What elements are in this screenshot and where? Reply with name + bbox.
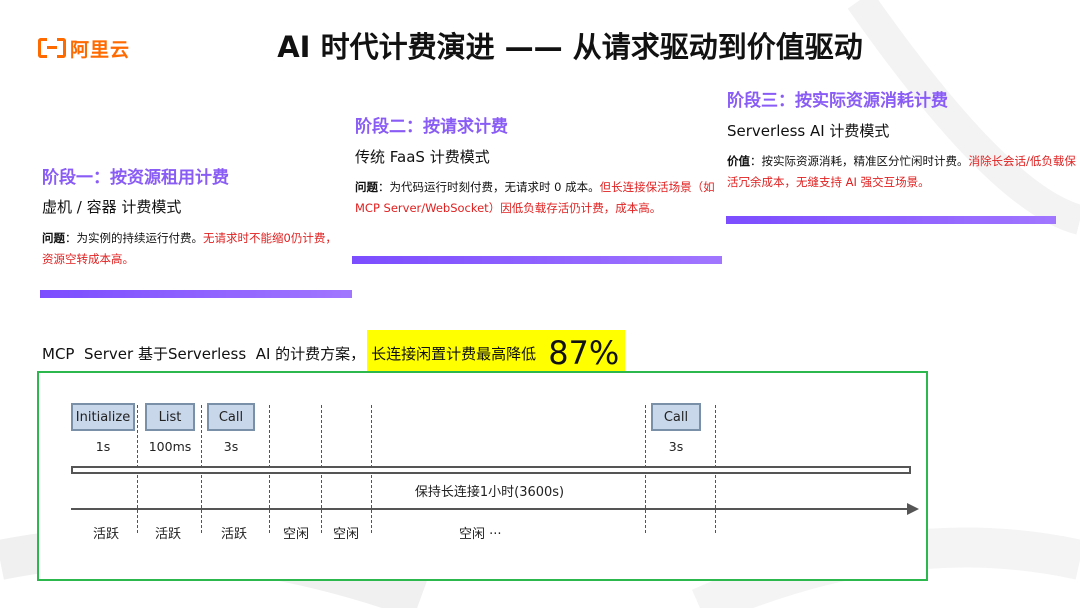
mcp-percent: 87% — [548, 334, 620, 372]
stage-1-desc-text: ：为实例的持续运行付费。 — [65, 231, 203, 245]
stage-2-bar — [352, 256, 722, 264]
connection-label: 保持长连接1小时(3600s) — [414, 485, 565, 500]
arrow-right-icon — [907, 503, 919, 515]
stage-3-description: 价值：按实际资源消耗，精准区分忙闲时计费。消除长会话/低负载保活冗余成本，无缝支… — [727, 151, 1077, 193]
stage-3-desc-text: ：按实际资源消耗，精准区分忙闲时计费。 — [750, 154, 969, 168]
state-label: 活跃 — [155, 527, 182, 542]
stage-1-desc-label: 问题 — [42, 231, 65, 245]
request-list: List — [145, 403, 195, 431]
stage-3-bar — [726, 216, 1056, 224]
mcp-highlight-text: 长连接闲置计费最高降低 — [371, 344, 537, 363]
state-label: 空闲 ··· — [459, 527, 502, 542]
stage-2-subtitle: 传统 FaaS 计费模式 — [355, 148, 490, 166]
state-label: 空闲 — [333, 527, 360, 542]
stage-3-title: 阶段三：按实际资源消耗计费 — [727, 91, 948, 111]
stage-1-description: 问题：为实例的持续运行付费。无请求时不能缩0仍计费，资源空转成本高。 — [42, 228, 342, 270]
state-label: 活跃 — [93, 527, 120, 542]
duration-list: 100ms — [148, 439, 192, 454]
stage-1-subtitle: 虚机 / 容器 计费模式 — [42, 198, 182, 216]
duration-initialize: 1s — [95, 439, 111, 454]
duration-call-1: 3s — [223, 439, 239, 454]
mcp-highlight-box: 长连接闲置计费最高降低 87% — [367, 330, 626, 376]
state-label: 空闲 — [283, 527, 310, 542]
stage-1-title: 阶段一：按资源租用计费 — [42, 168, 229, 188]
timeline-diagram: Initialize List Call Call 1s 100ms 3s 3s… — [37, 371, 928, 581]
stage-3-subtitle: Serverless AI 计费模式 — [727, 122, 890, 140]
duration-call-2: 3s — [668, 439, 684, 454]
state-label: 活跃 — [221, 527, 248, 542]
mcp-summary-text: MCP Server 基于Serverless AI 的计费方案， — [42, 344, 366, 363]
stage-2-description: 问题：为代码运行时刻付费，无请求时 0 成本。但长连接保活场景（如 MCP Se… — [355, 177, 715, 219]
stage-1-bar — [40, 290, 352, 298]
request-call-1: Call — [207, 403, 255, 431]
request-call-2: Call — [651, 403, 701, 431]
stage-2-title: 阶段二：按请求计费 — [355, 117, 508, 137]
page-title: AI 时代计费演进 —— 从请求驱动到价值驱动 — [277, 30, 863, 64]
mcp-summary: MCP Server 基于Serverless AI 的计费方案， 长连接闲置计… — [42, 330, 626, 376]
time-axis — [71, 508, 909, 510]
connection-bar — [71, 466, 911, 474]
stage-3-desc-label: 价值 — [727, 154, 750, 168]
stage-2-desc-text: ：为代码运行时刻付费，无请求时 0 成本。 — [378, 180, 600, 194]
request-initialize: Initialize — [71, 403, 135, 431]
stage-2-desc-label: 问题 — [355, 180, 378, 194]
